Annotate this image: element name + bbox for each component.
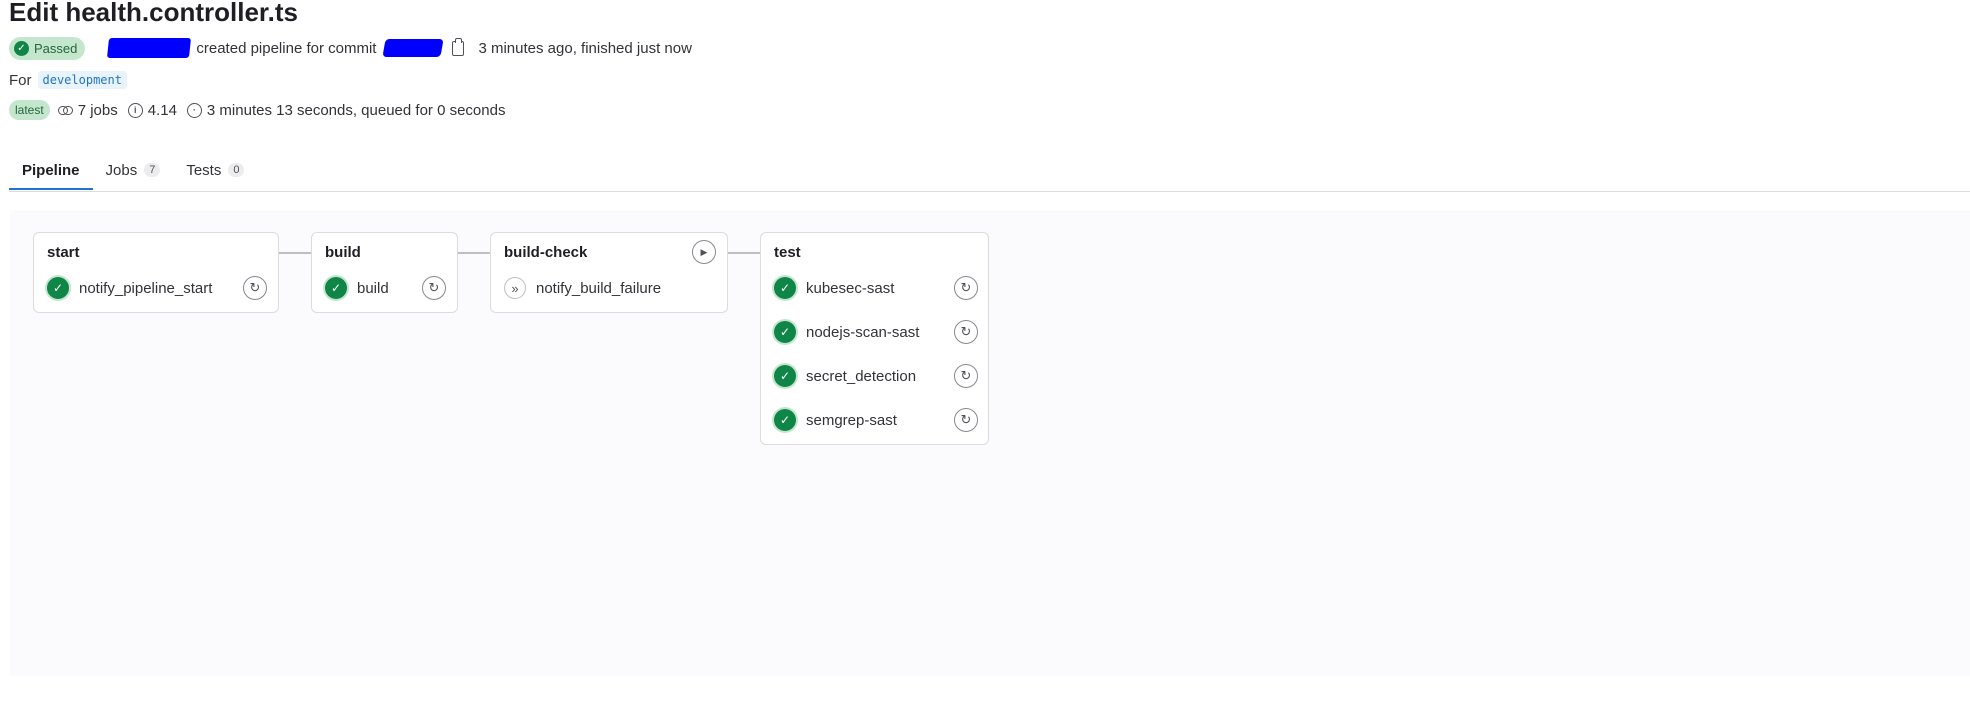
- job-secret-detection[interactable]: ✓ secret_detection: [774, 362, 916, 390]
- job-kubesec-sast[interactable]: ✓ kubesec-sast: [774, 274, 894, 302]
- play-stage-button[interactable]: ▶: [692, 240, 716, 264]
- retry-icon: ↻: [960, 324, 972, 339]
- stage-build: build ✓ build ↻: [311, 232, 458, 313]
- duration-value: 3 minutes 13 seconds, queued for 0 secon…: [206, 101, 506, 119]
- retry-button[interactable]: ↻: [954, 364, 978, 388]
- check-circle-icon: ✓: [14, 40, 29, 56]
- redacted-commit-sha: [382, 39, 445, 57]
- branch-link[interactable]: development: [37, 71, 127, 89]
- stage-start: start ✓ notify_pipeline_start ↻: [33, 232, 279, 313]
- retry-button[interactable]: ↻: [954, 408, 978, 432]
- pipeline-graph: [10, 210, 1970, 676]
- stage-connector: [279, 252, 311, 254]
- job-name: kubesec-sast: [806, 279, 895, 297]
- tab-label: Jobs: [105, 161, 138, 179]
- job-name: build: [357, 279, 389, 297]
- version-value: 4.14: [147, 101, 177, 119]
- created-text: created pipeline for commit: [196, 39, 377, 57]
- info-icon: i: [127, 102, 143, 118]
- retry-icon: ↻: [960, 280, 972, 295]
- job-notify-pipeline-start[interactable]: ✓ notify_pipeline_start: [47, 274, 212, 302]
- page-title: Edit health.controller.ts: [9, 0, 298, 27]
- tab-pipeline[interactable]: Pipeline: [9, 150, 93, 190]
- stage-title: build: [325, 244, 361, 261]
- tab-count: 7: [144, 163, 161, 177]
- job-name: notify_build_failure: [536, 279, 662, 297]
- pipeline-tabs: Pipeline Jobs 7 Tests 0: [9, 150, 1970, 192]
- check-circle-icon: ✓: [325, 277, 347, 299]
- retry-button[interactable]: ↻: [954, 276, 978, 300]
- branch-row: For development: [9, 71, 127, 89]
- stage-build-check: build-check ▶ » notify_build_failure: [490, 232, 728, 313]
- check-circle-icon: ✓: [774, 409, 796, 431]
- job-name: notify_pipeline_start: [79, 279, 213, 297]
- status-badge[interactable]: ✓ Passed: [9, 36, 86, 60]
- job-notify-build-failure[interactable]: » notify_build_failure: [504, 274, 661, 302]
- retry-icon: ↻: [960, 368, 972, 383]
- link-icon: [57, 105, 73, 115]
- tab-label: Pipeline: [22, 161, 80, 179]
- check-circle-icon: ✓: [774, 365, 796, 387]
- latest-badge: latest: [9, 100, 50, 120]
- stage-title: test: [774, 244, 801, 261]
- check-circle-icon: ✓: [47, 277, 69, 299]
- job-semgrep-sast[interactable]: ✓ semgrep-sast: [774, 406, 897, 434]
- retry-button[interactable]: ↻: [422, 276, 446, 300]
- tab-label: Tests: [186, 161, 222, 179]
- jobs-count: 7 jobs: [77, 101, 118, 119]
- retry-icon: ↻: [249, 280, 261, 295]
- for-label: For: [9, 71, 32, 89]
- pipeline-stats: latest 7 jobs i 4.14 · 3 minutes 13 seco…: [9, 99, 515, 121]
- stage-title: build-check: [504, 244, 588, 261]
- check-circle-icon: ✓: [774, 321, 796, 343]
- redacted-username: [107, 38, 192, 58]
- tab-jobs[interactable]: Jobs 7: [93, 150, 174, 190]
- retry-icon: ↻: [428, 280, 440, 295]
- stage-test: test ✓ kubesec-sast ↻ ✓ nodejs-scan-sast…: [760, 232, 989, 445]
- job-name: secret_detection: [806, 367, 917, 385]
- stage-connector: [458, 252, 490, 254]
- stage-connector: [728, 252, 760, 254]
- job-name: nodejs-scan-sast: [806, 323, 920, 341]
- status-label: Passed: [34, 40, 78, 56]
- job-nodejs-scan-sast[interactable]: ✓ nodejs-scan-sast: [774, 318, 919, 346]
- retry-icon: ↻: [960, 412, 972, 427]
- stage-title: start: [47, 244, 80, 261]
- clipboard-icon[interactable]: [452, 37, 465, 56]
- pipeline-meta: ✓ Passed created pipeline for commit 3 m…: [9, 36, 692, 60]
- play-icon: ▶: [700, 246, 708, 257]
- timer-icon: ·: [186, 102, 202, 118]
- tab-tests[interactable]: Tests 0: [173, 150, 257, 190]
- job-name: semgrep-sast: [806, 411, 897, 429]
- time-text: 3 minutes ago, finished just now: [478, 39, 692, 57]
- skipped-icon: »: [504, 277, 526, 299]
- job-build[interactable]: ✓ build: [325, 274, 389, 302]
- retry-button[interactable]: ↻: [954, 320, 978, 344]
- tab-count: 0: [228, 163, 245, 177]
- check-circle-icon: ✓: [774, 277, 796, 299]
- retry-button[interactable]: ↻: [243, 276, 267, 300]
